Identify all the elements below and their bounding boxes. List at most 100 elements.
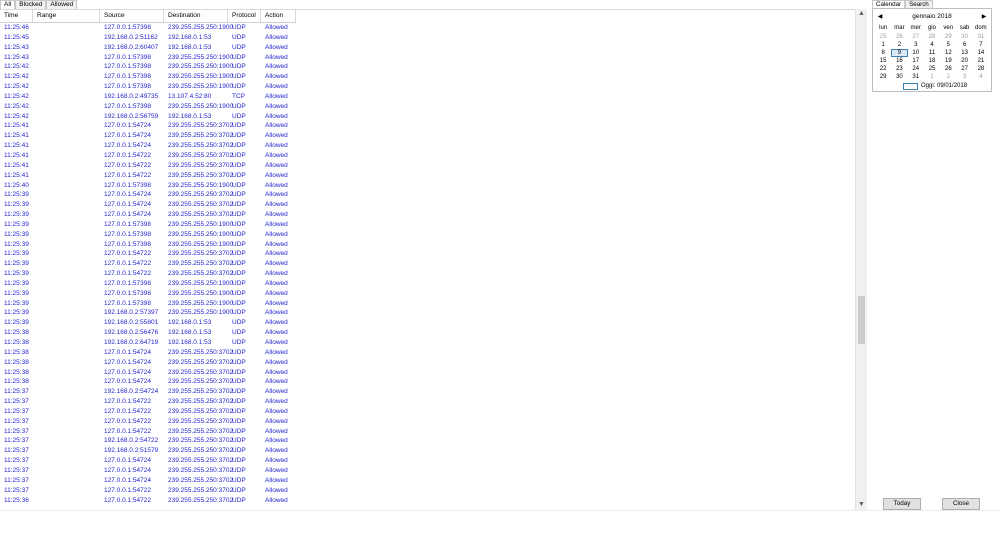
calendar-day[interactable]: 17	[908, 57, 924, 65]
table-row[interactable]: 11:25:37 192.168.0.2:54724 239.255.255.250…	[0, 387, 855, 397]
column-header-source[interactable]: Source	[100, 10, 164, 22]
table-row[interactable]: 11:25:41 127.0.0.1:54724 239.255.255.250:3…	[0, 141, 855, 151]
tab-allowed[interactable]: Allowed	[46, 0, 78, 9]
table-row[interactable]: 11:25:41 127.0.0.1:54724 239.255.255.250:3…	[0, 121, 855, 131]
calendar-day[interactable]: 1	[924, 73, 940, 81]
calendar-today-row[interactable]: Oggi: 09/01/2018	[903, 82, 967, 90]
table-row[interactable]: 11:25:41 127.0.0.1:54722 239.255.255.250:3…	[0, 161, 855, 171]
table-row[interactable]: 11:25:43 127.0.0.1:57398 239.255.255.250:1…	[0, 53, 855, 63]
table-row[interactable]: 11:25:42 127.0.0.1:57398 239.255.255.250:1…	[0, 102, 855, 112]
calendar-day[interactable]: 14	[973, 49, 989, 57]
table-row[interactable]: 11:25:37 192.168.0.2:51579 239.255.255.250…	[0, 446, 855, 456]
calendar-day[interactable]: 9	[891, 49, 908, 57]
table-row[interactable]: 11:25:37 192.168.0.2:54722 239.255.255.250…	[0, 436, 855, 446]
table-row[interactable]: 11:25:37 127.0.0.1:54722 239.255.255.250:3…	[0, 417, 855, 427]
calendar-day[interactable]: 6	[956, 41, 972, 49]
calendar-day[interactable]: 30	[891, 73, 907, 81]
scrollbar-thumb[interactable]	[858, 296, 865, 345]
calendar-day[interactable]: 29	[940, 33, 956, 41]
calendar-day[interactable]: 23	[891, 65, 907, 73]
calendar-day[interactable]: 1	[875, 41, 891, 49]
table-row[interactable]: 11:25:39 127.0.0.1:57398 239.255.255.250:1…	[0, 299, 855, 309]
table-row[interactable]: 11:25:37 127.0.0.1:54722 239.255.255.250:3…	[0, 427, 855, 437]
table-row[interactable]: 11:25:39 127.0.0.1:57398 239.255.255.250:1…	[0, 230, 855, 240]
table-row[interactable]: 11:25:39 127.0.0.1:54722 239.255.255.250:3…	[0, 269, 855, 279]
calendar-day[interactable]: 25	[924, 65, 940, 73]
table-row[interactable]: 11:25:42 192.168.0.2:56759 192.168.0.1:53 U…	[0, 112, 855, 122]
calendar-day[interactable]: 5	[940, 41, 956, 49]
table-row[interactable]: 11:25:39 127.0.0.1:57398 239.255.255.250:1…	[0, 279, 855, 289]
table-row[interactable]: 11:25:37 127.0.0.1:54722 239.255.255.250:3…	[0, 407, 855, 417]
calendar-day[interactable]: 28	[973, 65, 989, 73]
previous-month-icon[interactable]: ◀	[875, 12, 885, 22]
table-row[interactable]: 11:25:37 127.0.0.1:54722 239.255.255.250:3…	[0, 486, 855, 496]
table-row[interactable]: 11:25:38 192.168.0.2:56476 192.168.0.1:53 U…	[0, 328, 855, 338]
calendar-day[interactable]: 3	[956, 73, 972, 81]
calendar-month-title[interactable]: gennaio 2018	[893, 12, 971, 22]
table-row[interactable]: 11:25:38 127.0.0.1:54724 239.255.255.250:3…	[0, 368, 855, 378]
table-row[interactable]: 11:25:39 127.0.0.1:54724 239.255.255.250:3…	[0, 190, 855, 200]
chevron-up-icon[interactable]: ▲	[856, 9, 867, 19]
calendar-day[interactable]: 10	[908, 49, 924, 57]
calendar-day[interactable]: 20	[956, 57, 972, 65]
calendar-day[interactable]: 28	[924, 33, 940, 41]
table-row[interactable]: 11:25:38 127.0.0.1:54724 239.255.255.250:3…	[0, 377, 855, 387]
table-row[interactable]: 11:25:39 127.0.0.1:54722 239.255.255.250:3…	[0, 249, 855, 259]
today-button[interactable]: Today	[883, 498, 921, 510]
calendar-day[interactable]: 29	[875, 73, 891, 81]
column-header-range[interactable]: Range	[33, 10, 100, 22]
calendar-day[interactable]: 27	[908, 33, 924, 41]
calendar-day[interactable]: 21	[973, 57, 989, 65]
calendar-day[interactable]: 16	[891, 57, 907, 65]
column-header-destination[interactable]: Destination	[164, 10, 228, 22]
tab-search[interactable]: Search	[905, 0, 933, 8]
calendar-day[interactable]: 8	[875, 49, 891, 57]
calendar-day[interactable]: 12	[940, 49, 956, 57]
calendar-day[interactable]: 19	[940, 57, 956, 65]
calendar-day[interactable]: 31	[908, 73, 924, 81]
table-row[interactable]: 11:25:37 127.0.0.1:54724 239.255.255.250:3…	[0, 476, 855, 486]
calendar-day[interactable]: 24	[908, 65, 924, 73]
calendar-day[interactable]: 31	[973, 33, 989, 41]
table-row[interactable]: 11:25:40 127.0.0.1:57398 239.255.255.250:1…	[0, 181, 855, 191]
calendar-day[interactable]: 22	[875, 65, 891, 73]
tab-all[interactable]: All	[0, 0, 16, 9]
table-row[interactable]: 11:25:38 127.0.0.1:54724 239.255.255.250:3…	[0, 358, 855, 368]
table-row[interactable]: 11:25:39 127.0.0.1:54722 239.255.255.250:3…	[0, 259, 855, 269]
calendar-day[interactable]: 7	[973, 41, 989, 49]
calendar-day[interactable]: 15	[875, 57, 891, 65]
table-row[interactable]: 11:25:42 127.0.0.1:57398 239.255.255.250:1…	[0, 62, 855, 72]
calendar-day[interactable]: 11	[924, 49, 940, 57]
calendar-day[interactable]: 4	[973, 73, 989, 81]
calendar-day[interactable]: 30	[956, 33, 972, 41]
calendar-day[interactable]: 18	[924, 57, 940, 65]
table-row[interactable]: 11:25:46 127.0.0.1:57398 239.255.255.250:1…	[0, 23, 855, 33]
calendar-day[interactable]: 13	[956, 49, 972, 57]
tab-blocked[interactable]: Blocked	[15, 0, 47, 9]
next-month-icon[interactable]: ▶	[979, 12, 989, 22]
table-row[interactable]: 11:25:38 192.168.0.2:64719 192.168.0.1:53 U…	[0, 338, 855, 348]
calendar-day[interactable]: 25	[875, 33, 891, 41]
table-row[interactable]: 11:25:39 127.0.0.1:57398 239.255.255.250:1…	[0, 240, 855, 250]
table-row[interactable]: 11:25:37 127.0.0.1:54722 239.255.255.250:3…	[0, 397, 855, 407]
table-row[interactable]: 11:25:42 127.0.0.1:57398 239.255.255.250:1…	[0, 72, 855, 82]
table-row[interactable]: 11:25:41 127.0.0.1:54722 239.255.255.250:3…	[0, 171, 855, 181]
calendar-day[interactable]: 3	[908, 41, 924, 49]
table-row[interactable]: 11:25:39 127.0.0.1:54724 239.255.255.250:3…	[0, 200, 855, 210]
table-row[interactable]: 11:25:42 192.168.0.2:49735 13.107.4.52:80 T…	[0, 92, 855, 102]
table-row[interactable]: 11:25:39 192.168.0.2:57397 239.255.255.250…	[0, 308, 855, 318]
table-row[interactable]: 11:25:41 127.0.0.1:54724 239.255.255.250:3…	[0, 131, 855, 141]
column-header-protocol[interactable]: Protocol	[228, 10, 261, 22]
calendar-day[interactable]: 26	[891, 33, 907, 41]
table-row[interactable]: 11:25:42 127.0.0.1:57398 239.255.255.250:1…	[0, 82, 855, 92]
table-row[interactable]: 11:25:39 127.0.0.1:57398 239.255.255.250:1…	[0, 220, 855, 230]
calendar-day[interactable]: 4	[924, 41, 940, 49]
chevron-down-icon[interactable]: ▼	[856, 500, 867, 510]
table-row[interactable]: 11:25:41 127.0.0.1:54722 239.255.255.250:3…	[0, 151, 855, 161]
calendar-day[interactable]: 27	[956, 65, 972, 73]
table-row[interactable]: 11:25:39 192.168.0.2:55801 192.168.0.1:53 U…	[0, 318, 855, 328]
table-row[interactable]: 11:25:43 192.168.0.2:60407 192.168.0.1:53 U…	[0, 43, 855, 53]
table-row[interactable]: 11:25:39 127.0.0.1:57398 239.255.255.250:1…	[0, 289, 855, 299]
table-row[interactable]: 11:25:37 127.0.0.1:54724 239.255.255.250:3…	[0, 466, 855, 476]
vertical-scrollbar[interactable]: ▲ ▼	[855, 9, 867, 510]
